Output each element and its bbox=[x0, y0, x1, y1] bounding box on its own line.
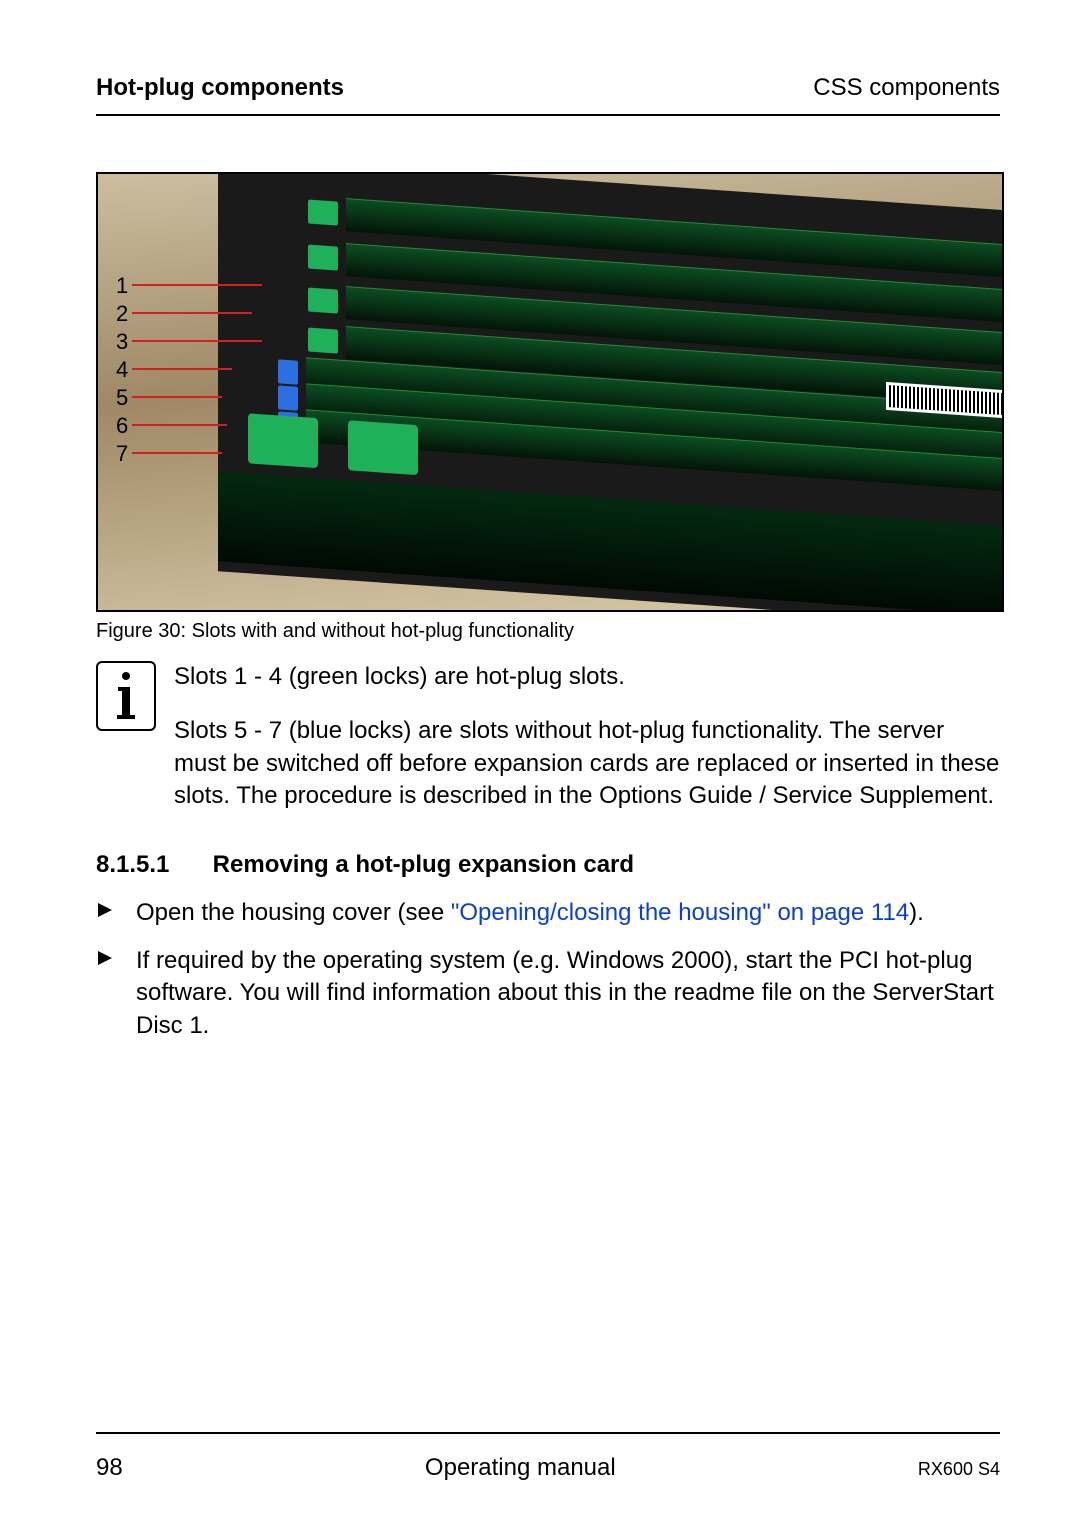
info-paragraph-1: Slots 1 - 4 (green locks) are hot-plug s… bbox=[174, 661, 1000, 693]
info-icon bbox=[96, 661, 156, 731]
info-paragraph-2: Slots 5 - 7 (blue locks) are slots witho… bbox=[174, 715, 1000, 812]
figure-callout-numbers: 1 2 3 4 5 6 7 bbox=[116, 272, 128, 468]
header-section-title: Hot-plug components bbox=[96, 74, 344, 102]
footer-title: Operating manual bbox=[425, 1454, 616, 1482]
step-text: Open the housing cover (see "Opening/clo… bbox=[136, 897, 924, 929]
footer-model: RX600 S4 bbox=[918, 1459, 1000, 1480]
info-note: Slots 1 - 4 (green locks) are hot-plug s… bbox=[96, 661, 1000, 835]
page-number: 98 bbox=[96, 1454, 123, 1482]
figure-image: 1 2 3 4 5 6 7 bbox=[96, 172, 1004, 612]
callout-3: 3 bbox=[116, 328, 128, 356]
callout-6: 6 bbox=[116, 412, 128, 440]
subsection-heading: 8.1.5.1 Removing a hot-plug expansion ca… bbox=[96, 851, 1000, 879]
subsection-number: 8.1.5.1 bbox=[96, 851, 206, 879]
step-text: If required by the operating system (e.g… bbox=[136, 945, 1000, 1042]
callout-2: 2 bbox=[116, 300, 128, 328]
subsection-title: Removing a hot-plug expansion card bbox=[213, 851, 634, 878]
step-marker-icon bbox=[96, 945, 118, 1042]
header-chapter-title: CSS components bbox=[813, 74, 1000, 102]
cross-reference-link[interactable]: "Opening/closing the housing" on page 11… bbox=[451, 899, 909, 926]
page-header: Hot-plug components CSS components bbox=[96, 74, 1000, 116]
step-marker-icon bbox=[96, 897, 118, 929]
callout-1: 1 bbox=[116, 272, 128, 300]
callout-4: 4 bbox=[116, 356, 128, 384]
step-item: If required by the operating system (e.g… bbox=[96, 945, 1000, 1042]
step-item: Open the housing cover (see "Opening/clo… bbox=[96, 897, 1000, 929]
page-footer: 98 Operating manual RX600 S4 bbox=[96, 1432, 1000, 1482]
callout-7: 7 bbox=[116, 440, 128, 468]
callout-5: 5 bbox=[116, 384, 128, 412]
figure-caption: Figure 30: Slots with and without hot-pl… bbox=[96, 620, 1000, 643]
